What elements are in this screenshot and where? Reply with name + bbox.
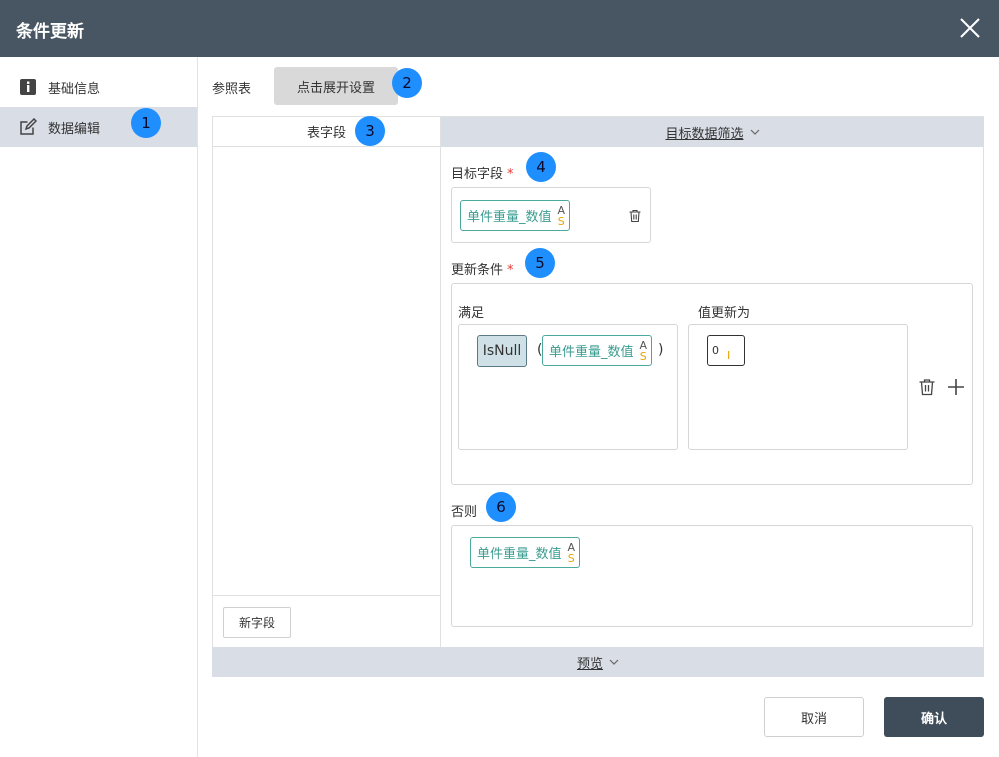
- value-expression-box[interactable]: 0 I: [688, 324, 908, 450]
- confirm-button[interactable]: 确认: [884, 697, 984, 737]
- filter-panel: 目标数据筛选 目标字段 * 单件重量_数值 A S 更新条件 * 满足 值更新为…: [441, 117, 984, 648]
- target-field-box: 单件重量_数值 A S: [451, 187, 651, 243]
- update-condition-label-text: 更新条件: [451, 263, 504, 278]
- type-tag-top: A: [557, 203, 566, 217]
- target-field-chip[interactable]: 单件重量_数值 A S: [460, 200, 571, 231]
- otherwise-field-chip[interactable]: 单件重量_数值 A S: [470, 537, 581, 568]
- table-fields-header: 表字段: [213, 117, 440, 147]
- type-tag-bottom: I: [727, 349, 731, 362]
- isnull-function-chip[interactable]: IsNull: [477, 335, 527, 367]
- update-condition-box: 满足 值更新为 IsNull ( 单件重量_数值 A S ) 0 I: [451, 283, 973, 485]
- condition-satisfy-label: 满足: [458, 306, 485, 321]
- required-mark: *: [507, 167, 514, 182]
- type-tag: A S: [568, 542, 576, 564]
- otherwise-box[interactable]: 单件重量_数值 A S: [451, 525, 973, 627]
- main-panel: 表字段 新字段 目标数据筛选 目标字段 * 单件重量_数值 A S 更新条件 *…: [212, 116, 984, 677]
- required-mark: *: [507, 263, 514, 278]
- type-tag: A S: [558, 205, 566, 227]
- value-update-label: 值更新为: [698, 306, 751, 321]
- target-field-label-text: 目标字段: [451, 167, 504, 182]
- condition-arg-chip[interactable]: 单件重量_数值 A S: [542, 335, 653, 366]
- type-tag: A S: [640, 340, 648, 362]
- value-chip-text: 0: [712, 344, 719, 357]
- chevron-down-icon: [609, 659, 619, 665]
- sidebar: 基础信息 数据编辑: [0, 57, 198, 757]
- target-field-label: 目标字段 *: [451, 163, 514, 182]
- step-badge-6: 6: [486, 492, 516, 522]
- info-icon: [19, 78, 37, 96]
- chevron-down-icon: [750, 129, 759, 135]
- preview-toggle[interactable]: 预览: [212, 647, 984, 677]
- value-chip[interactable]: 0 I: [707, 335, 745, 366]
- type-tag: I: [727, 350, 730, 361]
- step-badge-1: 1: [131, 108, 161, 138]
- close-icon[interactable]: [959, 17, 981, 39]
- trash-icon[interactable]: [628, 209, 642, 223]
- type-tag-bottom: S: [567, 551, 575, 565]
- preview-label: 预览: [576, 656, 603, 672]
- sidebar-item-label: 数据编辑: [48, 121, 101, 137]
- condition-expression-box[interactable]: IsNull ( 单件重量_数值 A S ): [458, 324, 678, 450]
- dialog-titlebar: 条件更新: [0, 0, 999, 57]
- plus-icon[interactable]: [946, 377, 966, 397]
- step-badge-5: 5: [525, 248, 555, 278]
- type-tag-bottom: S: [557, 214, 565, 228]
- new-field-button[interactable]: 新字段: [223, 607, 291, 638]
- type-tag-bottom: S: [639, 349, 647, 363]
- target-data-filter-label: 目标数据筛选: [665, 126, 744, 142]
- field-chip-name: 单件重量_数值: [467, 210, 552, 225]
- table-fields-footer: 新字段: [213, 595, 440, 648]
- type-tag-top: A: [567, 540, 576, 554]
- close-paren: ): [658, 342, 664, 358]
- reference-table-label: 参照表: [212, 82, 252, 97]
- edit-icon: [19, 118, 37, 136]
- trash-icon[interactable]: [918, 378, 936, 396]
- update-condition-label: 更新条件 *: [451, 259, 514, 278]
- type-tag-top: A: [639, 338, 648, 352]
- field-chip-name: 单件重量_数值: [549, 345, 634, 360]
- step-badge-4: 4: [526, 152, 556, 182]
- target-data-filter-toggle[interactable]: 目标数据筛选: [441, 117, 984, 147]
- sidebar-item-basic-info[interactable]: 基础信息: [0, 67, 197, 107]
- step-badge-2: 2: [392, 68, 422, 98]
- sidebar-item-data-edit[interactable]: 数据编辑: [0, 107, 197, 147]
- expand-settings-button[interactable]: 点击展开设置: [274, 67, 398, 105]
- dialog-title: 条件更新: [16, 22, 84, 42]
- sidebar-item-label: 基础信息: [48, 81, 101, 97]
- field-chip-name: 单件重量_数值: [477, 547, 562, 562]
- otherwise-label: 否则: [451, 505, 478, 520]
- table-fields-panel: 表字段 新字段: [213, 117, 441, 648]
- step-badge-3: 3: [355, 116, 385, 146]
- cancel-button[interactable]: 取消: [764, 697, 864, 737]
